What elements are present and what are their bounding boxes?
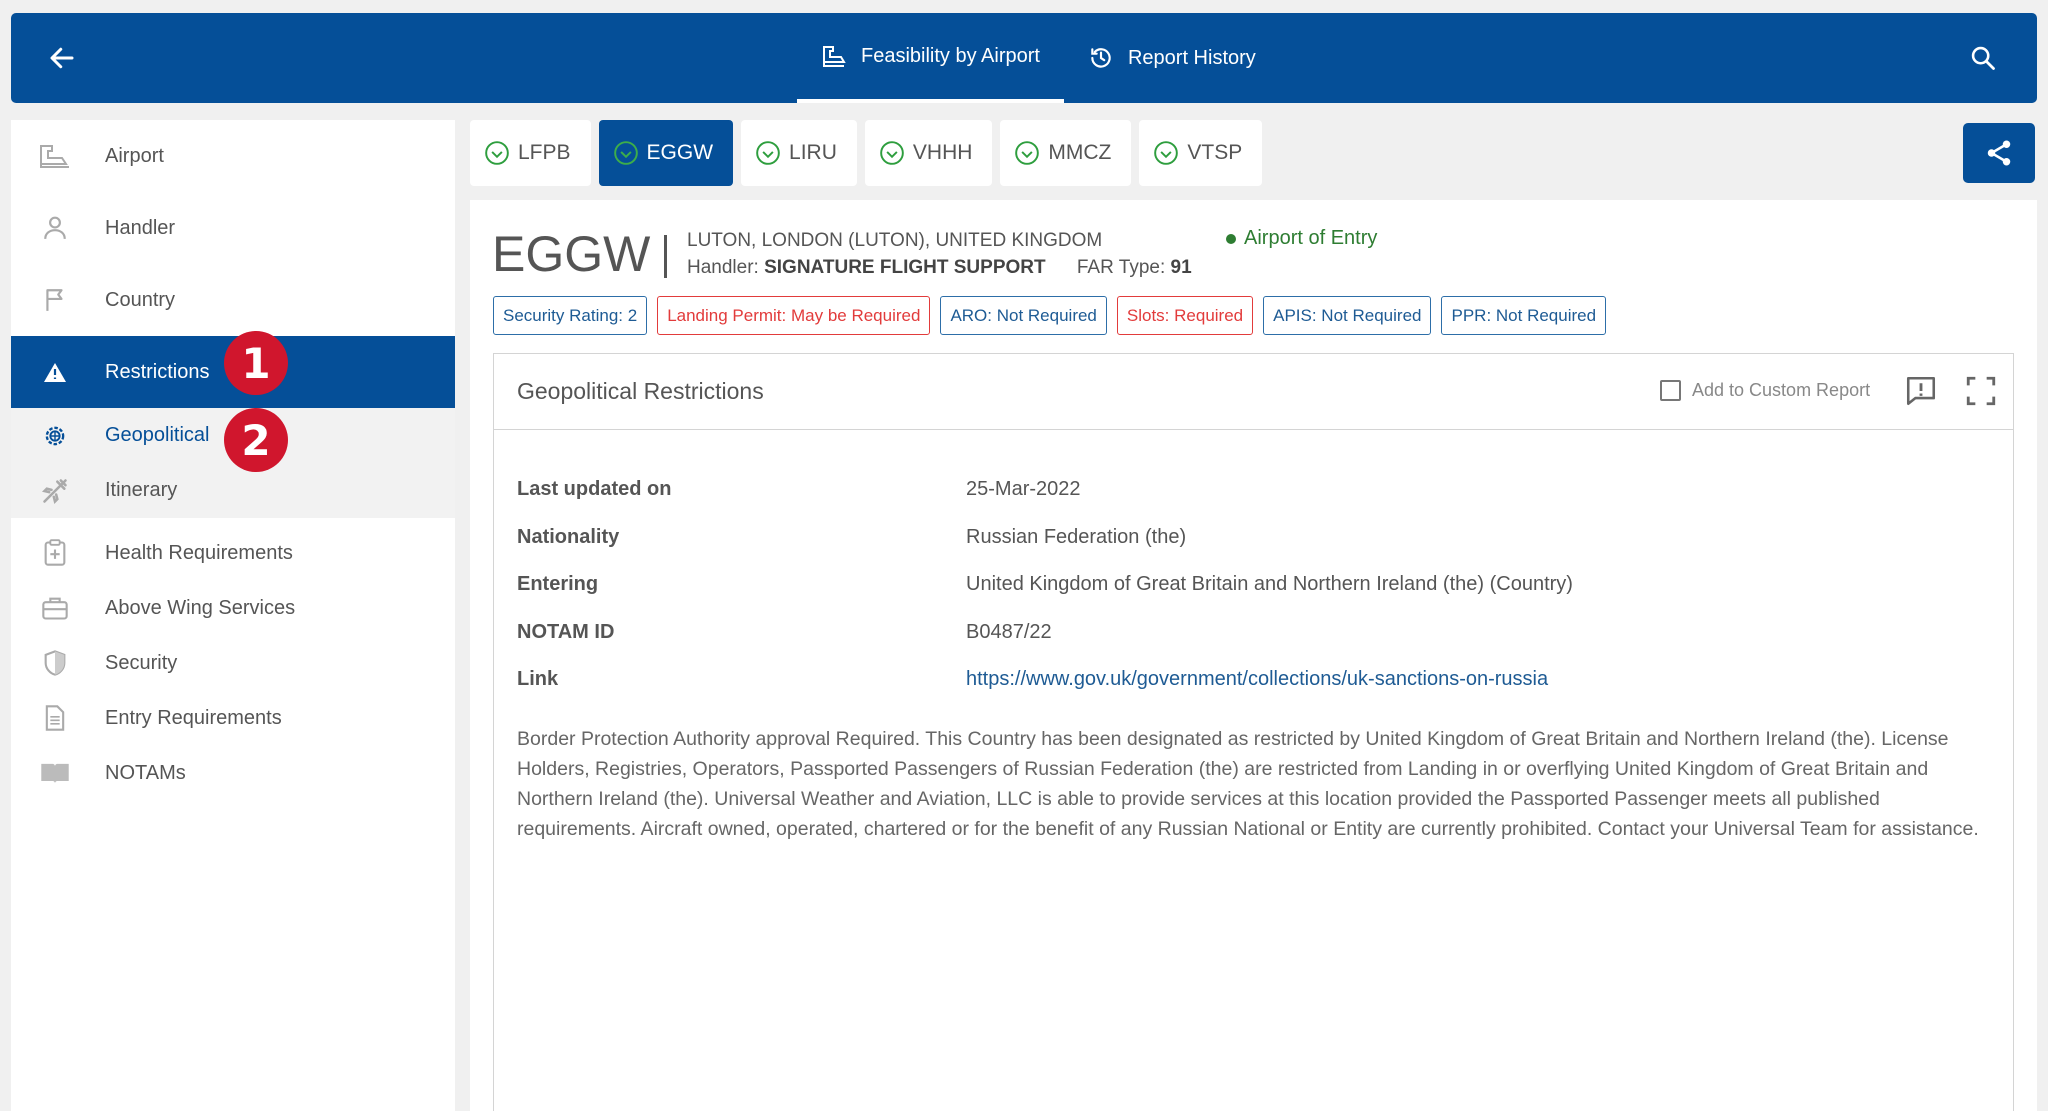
sidebar-item-label: Above Wing Services [105, 596, 296, 619]
field-value: 25-Mar-2022 [966, 478, 1081, 500]
check-circle-icon [756, 141, 780, 165]
handler-value: SIGNATURE FLIGHT SUPPORT [764, 257, 1046, 278]
sidebar-item-label: Itinerary [105, 479, 178, 501]
sidebar-item-label: Security [105, 651, 178, 674]
share-icon [1987, 140, 2011, 166]
card-title: Geopolitical Restrictions [517, 378, 764, 404]
sidebar-item-itinerary[interactable]: Itinerary [11, 463, 455, 518]
airport-icon [33, 143, 77, 169]
airport-tab-vhhh[interactable]: VHHH [864, 120, 993, 186]
check-circle-icon [1015, 141, 1040, 165]
badge-ppr: PPR: Not Required [1441, 296, 1607, 335]
airport-tabs: LFPB EGGW LIRU VHHH MMCZ VTSP [470, 120, 1270, 186]
top-nav: Feasibility by Airport Report History [797, 13, 1280, 103]
sidebar-item-country[interactable]: Country [11, 264, 455, 336]
badge-apis: APIS: Not Required [1263, 296, 1432, 335]
status-dot-icon [1226, 233, 1236, 244]
warning-icon [33, 361, 77, 383]
field-label: Entering [517, 573, 599, 595]
field-value: United Kingdom of Great Britain and Nort… [966, 573, 1573, 595]
field-label: Nationality [517, 526, 620, 548]
airport-code: EGGW [492, 226, 651, 282]
airport-tab-label: VTSP [1187, 141, 1243, 164]
airport-tab-eggw[interactable]: EGGW [598, 120, 734, 186]
plane-icon [33, 477, 77, 505]
sidebar-item-label: NOTAMs [105, 761, 186, 784]
sidebar-item-label: Country [105, 288, 176, 311]
top-navigation-bar: Feasibility by Airport Report History [11, 13, 2037, 103]
sidebar-item-notams[interactable]: NOTAMs [11, 737, 455, 809]
geopolitical-restrictions-card: Geopolitical Restrictions Add to Custom … [493, 353, 2014, 1111]
far-type-label: FAR Type: [1076, 257, 1166, 278]
badge-aro: ARO: Not Required [940, 296, 1107, 335]
airport-tower-icon [823, 46, 846, 67]
briefcase-icon [33, 595, 77, 621]
sidebar-item-airport[interactable]: Airport [11, 120, 455, 192]
airport-handler: Handler: SIGNATURE FLIGHT SUPPORT FAR Ty… [687, 257, 1192, 279]
airport-tab-lfpb[interactable]: LFPB [470, 120, 591, 186]
field-label: Last updated on [517, 478, 672, 500]
sanctions-link[interactable]: https://www.gov.uk/government/collection… [966, 668, 1548, 691]
airport-tab-label: VHHH [912, 141, 973, 164]
handler-label: Handler: [687, 257, 759, 278]
airport-tab-label: LIRU [789, 141, 837, 164]
tab-report-history[interactable]: Report History [1064, 13, 1280, 103]
search-icon[interactable] [1969, 44, 1997, 77]
entry-status: Airport of Entry [1226, 227, 1377, 250]
badge-landing-permit: Landing Permit: May be Required [657, 296, 931, 335]
airport-tab-vtsp[interactable]: VTSP [1139, 120, 1263, 186]
flag-icon [33, 286, 77, 314]
history-icon [1091, 48, 1111, 68]
check-circle-icon [613, 141, 638, 165]
field-label: Link [517, 668, 559, 690]
custom-report-label: Add to Custom Report [1692, 380, 1871, 400]
entry-status-label: Airport of Entry [1244, 227, 1378, 249]
annotation-marker-1: 1 [224, 331, 288, 395]
far-type-value: 91 [1170, 257, 1192, 278]
airport-tab-mmcz[interactable]: MMCZ [1000, 120, 1132, 186]
airport-location: LUTON, LONDON (LUTON), UNITED KINGDOM [687, 230, 1103, 251]
check-circle-icon [485, 141, 509, 165]
clipboard-plus-icon [33, 539, 77, 567]
globe-gear-icon [33, 422, 77, 450]
title-divider [664, 235, 667, 278]
sidebar-item-label: Entry Requirements [105, 706, 282, 729]
fullscreen-icon[interactable] [1964, 374, 1998, 413]
airport-tab-label: MMCZ [1048, 141, 1112, 164]
add-to-custom-report[interactable]: Add to Custom Report [1660, 380, 1870, 401]
check-circle-icon [1154, 141, 1179, 165]
airport-tab-label: LFPB [518, 141, 571, 164]
shield-icon [33, 649, 77, 677]
book-icon [33, 760, 77, 786]
back-arrow-icon[interactable] [47, 43, 87, 73]
sidebar-item-label: Airport [105, 144, 164, 167]
sidebar-item-label: Restrictions [105, 360, 210, 383]
sidebar-item-handler[interactable]: Handler [11, 192, 455, 264]
sidebar-item-label: Handler [105, 216, 176, 239]
card-header: Geopolitical Restrictions Add to Custom … [494, 354, 2013, 430]
airport-tab-liru[interactable]: LIRU [741, 120, 857, 186]
document-icon [33, 704, 77, 732]
sidebar-item-label: Geopolitical [105, 424, 210, 446]
nav-label: Feasibility by Airport [861, 44, 1040, 67]
check-circle-icon [880, 141, 904, 165]
main-panel: EGGW LUTON, LONDON (LUTON), UNITED KINGD… [470, 200, 2037, 1111]
feedback-icon[interactable] [1904, 374, 1938, 413]
person-icon [33, 214, 77, 242]
tab-feasibility-by-airport[interactable]: Feasibility by Airport [797, 13, 1064, 103]
custom-report-checkbox[interactable] [1660, 380, 1681, 401]
status-badges: Security Rating: 2 Landing Permit: May b… [493, 296, 1616, 335]
restriction-description: Border Protection Authority approval Req… [517, 728, 1979, 840]
field-value: B0487/22 [966, 621, 1052, 643]
sidebar-item-label: Health Requirements [105, 541, 293, 564]
nav-label: Report History [1127, 46, 1256, 69]
annotation-marker-2: 2 [224, 408, 288, 472]
field-label: NOTAM ID [517, 621, 615, 643]
badge-security-rating: Security Rating: 2 [493, 296, 648, 335]
sidebar: Airport Handler Country Restrictions Geo… [11, 120, 455, 1111]
badge-slots: Slots: Required [1116, 296, 1254, 335]
airport-tab-label: EGGW [646, 141, 714, 164]
share-button[interactable] [1963, 123, 2035, 183]
field-value: Russian Federation (the) [966, 526, 1187, 548]
